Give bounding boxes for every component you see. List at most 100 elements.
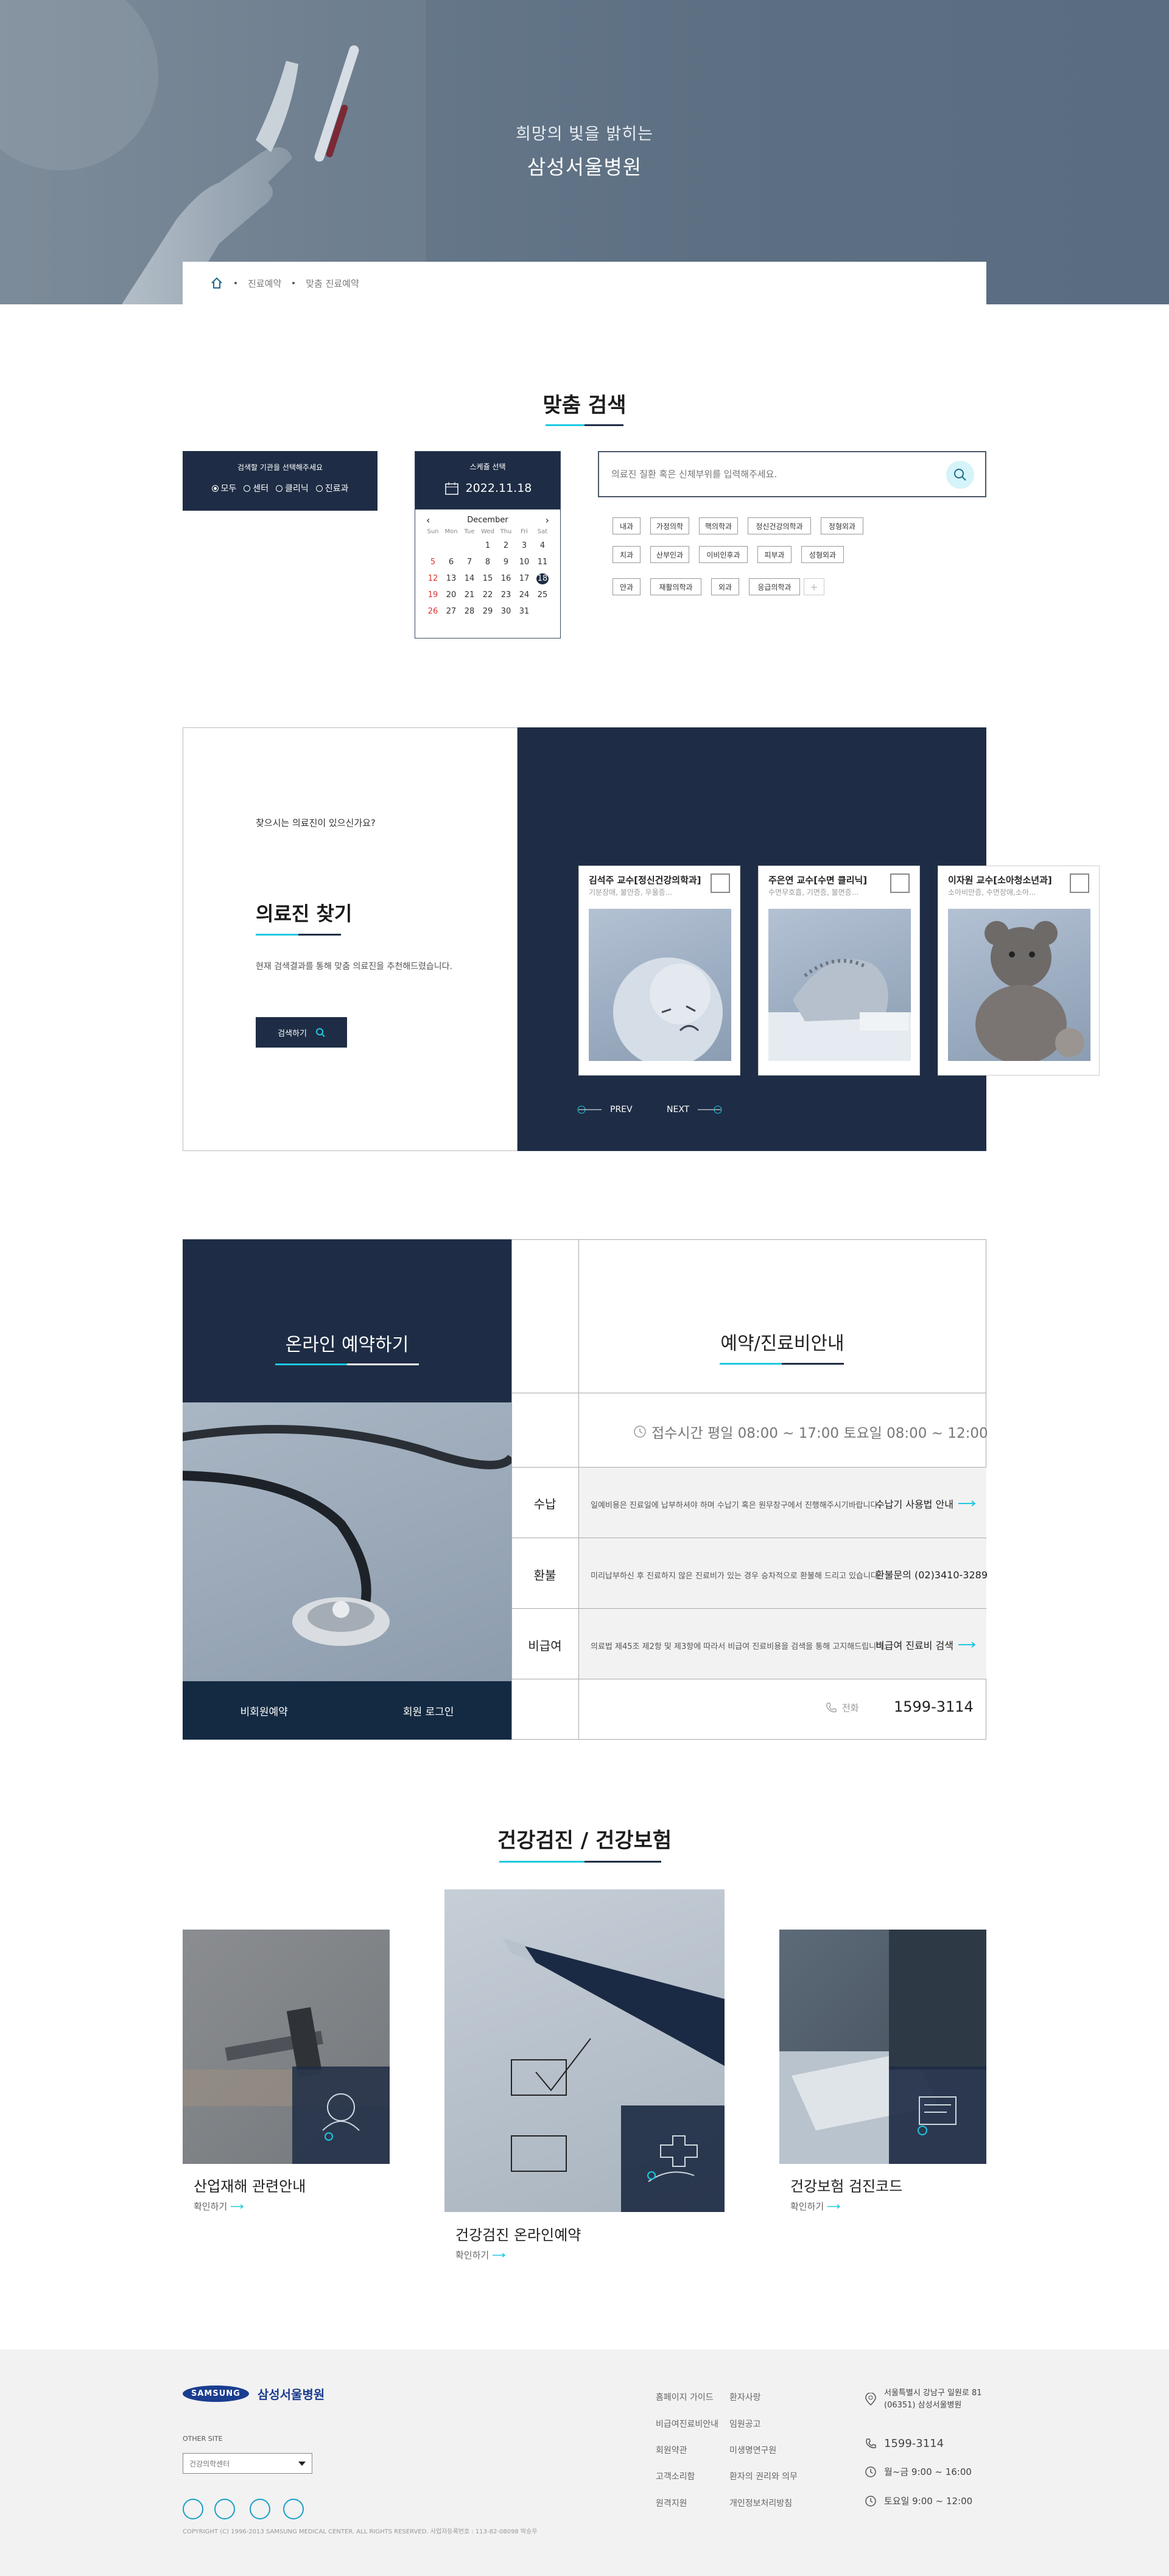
health-card-more-link[interactable]: 확인하기 bbox=[790, 2200, 841, 2213]
org-radio-all[interactable]: 모두 bbox=[211, 482, 236, 494]
nonmember-reservation-link[interactable]: 비회원예약 bbox=[240, 1703, 288, 1718]
doctor-card[interactable]: 이자원 교수[소아청소년과] 소아비만증, 수면장애,소아... bbox=[938, 866, 1100, 1076]
carousel-next-button[interactable]: NEXT bbox=[667, 1105, 722, 1115]
calendar-day[interactable]: 7 bbox=[460, 557, 479, 568]
calendar-day[interactable]: 3 bbox=[515, 541, 533, 551]
calendar-day[interactable]: 8 bbox=[479, 557, 497, 568]
health-insurance-image[interactable] bbox=[779, 1930, 986, 2164]
department-tag[interactable]: 이비인후과 bbox=[699, 546, 748, 563]
member-login-link[interactable]: 회원 로그인 bbox=[403, 1703, 454, 1718]
footer-link[interactable]: 개인정보처리방침 bbox=[729, 2497, 792, 2509]
phone-number[interactable]: 1599-3114 bbox=[894, 1698, 974, 1715]
calendar-day[interactable]: 14 bbox=[460, 573, 479, 584]
health-card-more-link[interactable]: 확인하기 bbox=[455, 2249, 506, 2261]
facebook-icon[interactable] bbox=[214, 2499, 235, 2519]
department-tag[interactable]: 피부과 bbox=[757, 546, 792, 563]
stethoscope-image bbox=[183, 1402, 511, 1681]
calendar-day[interactable]: 20 bbox=[442, 590, 460, 601]
org-radio-clinic[interactable]: 클리닉 bbox=[276, 482, 309, 494]
department-tag[interactable]: 응급의학과 bbox=[749, 578, 800, 595]
calendar-day[interactable]: 24 bbox=[515, 590, 533, 601]
calendar-day[interactable]: 12 bbox=[424, 573, 442, 584]
footer-link[interactable]: 미생명연구원 bbox=[729, 2444, 776, 2456]
calendar-day[interactable]: 29 bbox=[479, 606, 497, 617]
calendar-day[interactable]: 4 bbox=[533, 541, 552, 551]
calendar-day[interactable]: 11 bbox=[533, 557, 552, 568]
calendar-day[interactable]: 6 bbox=[442, 557, 460, 568]
department-tag[interactable]: 가정의학 bbox=[650, 517, 689, 534]
calendar-day[interactable]: 26 bbox=[424, 606, 442, 617]
calendar-day[interactable]: 15 bbox=[479, 573, 497, 584]
footer-logo[interactable]: SAMSUNG 삼성서울병원 bbox=[183, 2385, 325, 2403]
calendar-day[interactable]: 31 bbox=[515, 606, 533, 617]
doctor-search-button[interactable]: 검색하기 bbox=[256, 1017, 347, 1048]
doctor-select-checkbox[interactable] bbox=[890, 873, 910, 893]
footer-link[interactable]: 회원약관 bbox=[656, 2444, 687, 2456]
calendar-next-icon[interactable]: › bbox=[546, 514, 549, 526]
calendar-day[interactable]: 28 bbox=[460, 606, 479, 617]
department-tag[interactable]: 재활의학과 bbox=[650, 578, 701, 595]
doctor-card[interactable]: 주은연 교수[수면 클리닉] 수면무호흡, 기면증, 불면증... bbox=[758, 866, 920, 1076]
health-card-title[interactable]: 건강보험 검진코드 bbox=[790, 2174, 902, 2196]
calendar-day[interactable]: 21 bbox=[460, 590, 479, 601]
footer-link[interactable]: 환자의 권리와 의무 bbox=[729, 2470, 798, 2482]
non-covered-fee-link[interactable]: 비급여 진료비 검색 bbox=[876, 1637, 977, 1652]
department-tag[interactable]: 핵의학과 bbox=[699, 517, 738, 534]
doctor-select-checkbox[interactable] bbox=[711, 873, 730, 893]
instagram-icon[interactable] bbox=[250, 2499, 270, 2519]
other-site-select[interactable]: 건강의학센터 bbox=[183, 2453, 312, 2474]
department-tag[interactable]: 치과 bbox=[613, 546, 641, 563]
calendar-day[interactable]: 13 bbox=[442, 573, 460, 584]
tag-more-button[interactable]: + bbox=[804, 578, 824, 595]
department-tag[interactable]: 안과 bbox=[613, 578, 641, 595]
doctor-select-checkbox[interactable] bbox=[1070, 873, 1089, 893]
department-tag[interactable]: 성형외과 bbox=[801, 546, 844, 563]
health-checkup-image[interactable] bbox=[444, 1889, 725, 2212]
calendar-day[interactable]: 17 bbox=[515, 573, 533, 584]
department-tag[interactable]: 외과 bbox=[711, 578, 739, 595]
calendar-day[interactable]: 2 bbox=[497, 541, 515, 551]
department-tag[interactable]: 정형외과 bbox=[821, 517, 863, 534]
footer-link[interactable]: 환자사랑 bbox=[729, 2391, 761, 2403]
calendar-day[interactable]: 22 bbox=[479, 590, 497, 601]
calendar-prev-icon[interactable]: ‹ bbox=[426, 514, 430, 526]
calendar-day[interactable]: 1 bbox=[479, 541, 497, 551]
calendar-day[interactable]: 25 bbox=[533, 590, 552, 601]
department-tag[interactable]: 정신건강의학과 bbox=[748, 517, 811, 534]
calendar-day[interactable]: 23 bbox=[497, 590, 515, 601]
twitter-icon[interactable] bbox=[183, 2499, 203, 2519]
schedule-date[interactable]: 2022.11.18 bbox=[466, 481, 532, 495]
footer-link[interactable]: 원격지원 bbox=[656, 2497, 687, 2509]
calendar-day-selected[interactable]: 18 bbox=[536, 573, 549, 584]
calendar-day[interactable]: 27 bbox=[442, 606, 460, 617]
department-tag[interactable]: 산부인과 bbox=[650, 546, 689, 563]
department-tag[interactable]: 내과 bbox=[613, 517, 641, 534]
calendar-day[interactable]: 30 bbox=[497, 606, 515, 617]
industrial-accident-image[interactable] bbox=[183, 1930, 390, 2164]
footer-phone[interactable]: 1599-3114 bbox=[865, 2437, 944, 2450]
doctor-card[interactable]: 김석주 교수[정신건강의학과] 기분장애, 불안증, 우울증... bbox=[578, 866, 740, 1076]
health-card-more-link[interactable]: 확인하기 bbox=[194, 2200, 244, 2213]
carousel-prev-button[interactable]: PREV bbox=[577, 1105, 633, 1115]
org-radio-center[interactable]: 센터 bbox=[244, 482, 269, 494]
footer-link[interactable]: 홈페이지 가이드 bbox=[656, 2391, 714, 2403]
search-button[interactable] bbox=[946, 461, 974, 489]
search-input[interactable] bbox=[611, 466, 952, 483]
breadcrumb-item[interactable]: 진료예약 bbox=[248, 277, 281, 290]
calendar-day[interactable]: 10 bbox=[515, 557, 533, 568]
payment-guide-link[interactable]: 수납기 사용법 안내 bbox=[876, 1496, 977, 1511]
health-card-title[interactable]: 산업재해 관련안내 bbox=[194, 2174, 306, 2196]
home-icon[interactable] bbox=[210, 276, 223, 290]
breadcrumb-item[interactable]: 맞춤 진료예약 bbox=[306, 277, 359, 290]
calendar-day[interactable]: 5 bbox=[424, 557, 442, 568]
calendar-day[interactable]: 19 bbox=[424, 590, 442, 601]
footer-link[interactable]: 고객소리함 bbox=[656, 2470, 695, 2482]
refund-contact-link[interactable]: 환불문의 (02)3410-3289 bbox=[876, 1567, 988, 1581]
org-radio-dept[interactable]: 진료과 bbox=[315, 482, 348, 494]
footer-link[interactable]: 비급여진료비안내 bbox=[656, 2418, 718, 2430]
health-card-title[interactable]: 건강검진 온라인예약 bbox=[455, 2223, 581, 2244]
youtube-icon[interactable] bbox=[283, 2499, 304, 2519]
footer-link[interactable]: 임원공고 bbox=[729, 2418, 761, 2430]
calendar-day[interactable]: 9 bbox=[497, 557, 515, 568]
calendar-day[interactable]: 16 bbox=[497, 573, 515, 584]
